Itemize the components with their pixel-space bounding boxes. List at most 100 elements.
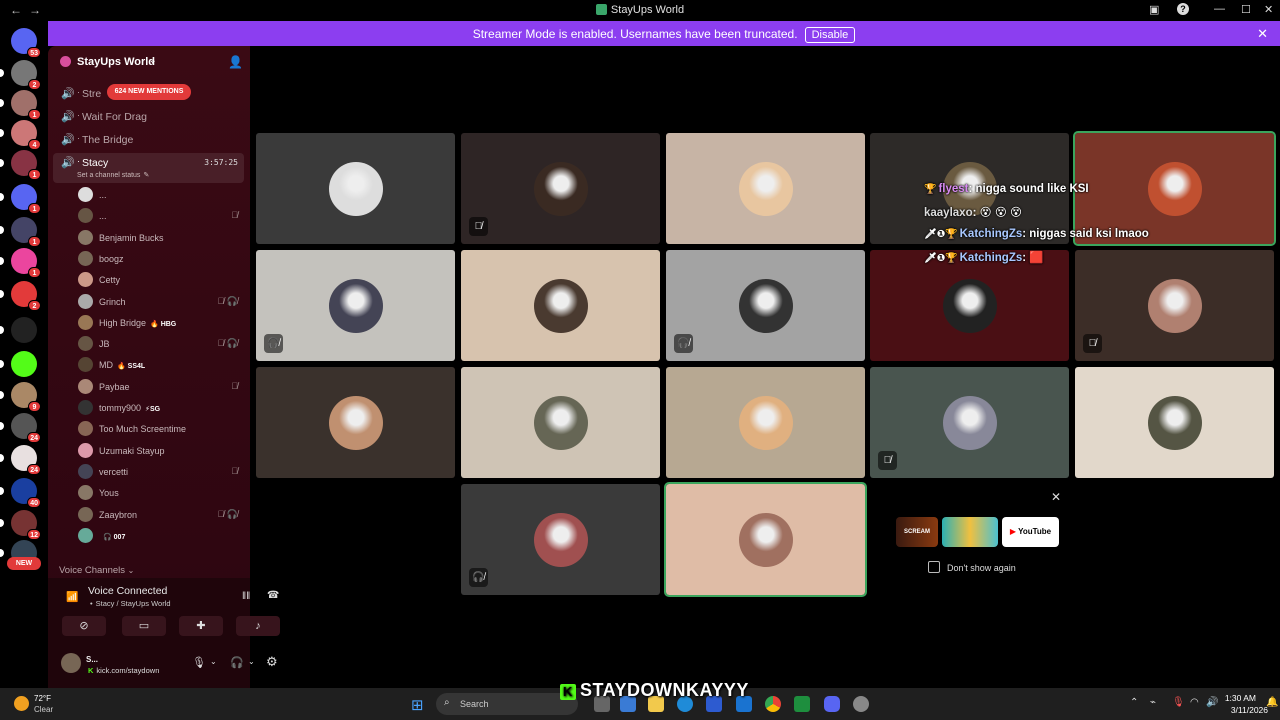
chrome-icon[interactable] — [765, 696, 781, 712]
add-member-icon[interactable]: 👤 — [228, 55, 243, 69]
activities-button[interactable]: ✚ — [179, 616, 223, 636]
server-icon[interactable]: 24 — [0, 413, 41, 443]
server-icon[interactable]: 53 — [11, 28, 41, 58]
voice-member[interactable]: tommy900 ⚡SG — [78, 398, 248, 417]
voice-channel[interactable]: 🔊 Wait For Drag · — [53, 107, 244, 127]
headphones-icon[interactable]: 🎧 — [230, 656, 244, 669]
voice-member[interactable]: MD 🔥 SS4L — [78, 355, 248, 374]
participant-tile[interactable]: 🎧̸ — [666, 250, 865, 361]
spreadsheet-icon[interactable] — [794, 696, 810, 712]
notification-bell-icon[interactable]: 🔔 — [1266, 697, 1278, 708]
participant-tile[interactable]: 🎙̸ — [1075, 250, 1274, 361]
server-icon[interactable]: 2 — [0, 60, 41, 90]
server-icon[interactable] — [0, 317, 37, 343]
chevron-down-icon[interactable]: ⌄ — [248, 657, 255, 666]
voice-member[interactable]: Zaaybron 🎙̸ 🎧̸ — [78, 505, 248, 524]
weather-temp[interactable]: 72°F — [34, 694, 51, 703]
participant-tile[interactable] — [666, 133, 865, 244]
new-mentions-pill[interactable]: 624 NEW MENTIONS — [107, 84, 191, 100]
wifi-icon[interactable]: ◠ — [1190, 697, 1199, 708]
participant-tile[interactable] — [870, 250, 1069, 361]
voice-member[interactable]: Uzumaki Stayup — [78, 441, 248, 460]
game-activity-card[interactable] — [942, 517, 998, 547]
microphone-icon[interactable]: 🎙 — [192, 656, 206, 669]
participant-tile[interactable] — [666, 367, 865, 478]
voice-channel[interactable]: 🔊 Stacy · 3:57:25 Set a channel status ✎ — [53, 153, 244, 183]
new-unreads-pill[interactable]: NEW — [7, 557, 41, 570]
server-icon[interactable]: 1 — [0, 90, 41, 120]
participant-tile[interactable] — [461, 250, 660, 361]
server-icon[interactable]: 9 — [0, 382, 41, 412]
server-icon[interactable]: 1 — [0, 217, 41, 247]
maximize-icon[interactable]: ☐ — [1241, 3, 1251, 16]
voice-member[interactable]: Grinch 🎙̸ 🎧̸ — [78, 292, 248, 311]
disable-button[interactable]: Disable — [804, 27, 856, 43]
participant-tile[interactable] — [256, 367, 455, 478]
microphone-icon[interactable]: 🎙 — [1172, 697, 1185, 708]
disconnect-icon[interactable]: ☎ — [267, 590, 279, 601]
screen-share-button[interactable]: ▭ — [122, 616, 166, 636]
search-input[interactable]: ⌕ Search — [436, 693, 578, 715]
scream-activity-card[interactable]: SCREAM — [896, 517, 938, 547]
help-icon[interactable]: ? — [1177, 3, 1189, 15]
voice-member[interactable]: 🎧 007 — [78, 526, 248, 545]
voice-member[interactable]: JB 🎙̸ 🎧̸ — [78, 334, 248, 353]
noise-suppression-icon[interactable]: ǁǁ — [242, 591, 250, 602]
chevron-down-icon[interactable]: ⌄ — [210, 657, 217, 666]
voice-member[interactable]: ... 🎙̸ — [78, 206, 248, 225]
chevron-up-icon[interactable]: ⌃ — [1130, 697, 1138, 708]
discord-icon[interactable] — [824, 696, 840, 712]
participant-tile[interactable] — [1075, 367, 1274, 478]
server-icon[interactable]: 2 — [0, 281, 41, 311]
voice-channels-header[interactable]: Voice Channels ⌄ — [59, 565, 134, 576]
avatar[interactable] — [61, 653, 81, 673]
minimize-icon[interactable]: — — [1214, 3, 1225, 15]
server-icon[interactable]: 40 — [0, 478, 41, 508]
participant-tile[interactable]: 🎧̸ — [256, 250, 455, 361]
voice-member[interactable]: boogz — [78, 249, 248, 268]
close-banner-icon[interactable]: ✕ — [1257, 26, 1268, 42]
voice-member[interactable]: Benjamin Bucks — [78, 228, 248, 247]
server-icon[interactable]: 24 — [0, 445, 41, 475]
voice-member[interactable]: Yous — [78, 483, 248, 502]
participant-tile[interactable] — [461, 367, 660, 478]
network-icon[interactable]: ⌁ — [1150, 697, 1156, 708]
volume-icon[interactable]: 🔊 — [1206, 697, 1218, 708]
server-icon[interactable]: 1 — [0, 184, 41, 214]
participant-tile[interactable]: 🎙̸ — [461, 133, 660, 244]
clock-time[interactable]: 1:30 AM — [1218, 693, 1256, 703]
participant-tile[interactable] — [256, 133, 455, 244]
channel-status[interactable]: Set a channel status ✎ — [77, 171, 149, 179]
inbox-icon[interactable]: ▣ — [1149, 3, 1159, 16]
voice-member[interactable]: ... — [78, 185, 248, 204]
server-icon[interactable]: 4 — [0, 120, 41, 150]
weather-condition[interactable]: Clear — [34, 705, 53, 714]
guild-header[interactable]: StayUps World ⌄ 👤 — [48, 46, 250, 79]
participant-tile[interactable]: 🎙̸ — [870, 367, 1069, 478]
voice-status[interactable]: Voice Connected — [88, 585, 167, 597]
voice-member[interactable]: vercetti 🎙̸ — [78, 462, 248, 481]
youtube-activity-card[interactable]: ▶ YouTube — [1002, 517, 1059, 547]
server-icon[interactable] — [0, 351, 37, 377]
participant-tile[interactable]: 🎧̸ — [461, 484, 660, 595]
dont-show-again-checkbox[interactable] — [928, 561, 940, 573]
voice-member[interactable]: High Bridge 🔥 HBG — [78, 313, 248, 332]
server-icon[interactable]: 12 — [0, 510, 41, 540]
windows-start-icon[interactable]: ⊞ — [411, 696, 424, 714]
pencil-icon: ✎ — [143, 172, 150, 179]
voice-member[interactable]: Too Much Screentime — [78, 419, 248, 438]
voice-member[interactable]: Cetty — [78, 270, 248, 289]
obs-icon[interactable] — [853, 696, 869, 712]
camera-off-button[interactable]: ⊘ — [62, 616, 106, 636]
close-promo-icon[interactable]: ✕ — [1051, 490, 1061, 504]
voice-channel[interactable]: 🔊 The Bridge · — [53, 130, 244, 150]
soundboard-button[interactable]: ♪ — [236, 616, 280, 636]
gear-icon[interactable]: ⚙ — [266, 654, 278, 670]
voice-location[interactable]: • Stacy / StayUps World — [90, 599, 171, 608]
participant-tile[interactable] — [664, 482, 867, 597]
voice-member[interactable]: Paybae 🎙̸ — [78, 377, 248, 396]
close-window-icon[interactable]: ✕ — [1264, 3, 1273, 16]
server-icon[interactable]: 1 — [0, 150, 41, 180]
server-icon[interactable]: 1 — [0, 248, 41, 278]
clock-date[interactable]: 3/11/2026 — [1226, 705, 1268, 715]
